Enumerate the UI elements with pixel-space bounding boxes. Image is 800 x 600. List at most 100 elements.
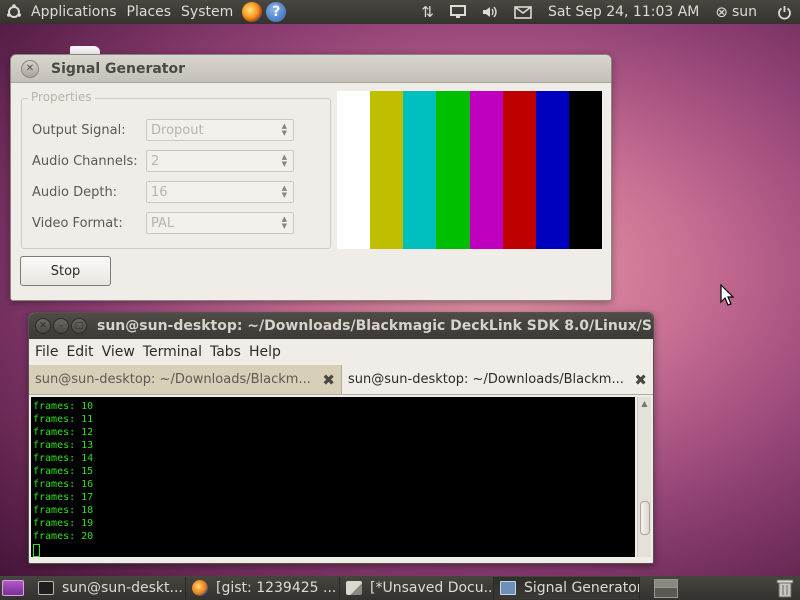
- terminal-icon: [38, 581, 54, 595]
- terminal-line: frames: 20: [33, 531, 94, 542]
- firefox-icon: [192, 580, 208, 596]
- audio-depth-label: Audio Depth:: [32, 184, 118, 200]
- bottom-panel: sun@sun-deskt... [gist: 1239425 ... [*Un…: [0, 576, 800, 600]
- mouse-pointer-icon: [720, 284, 734, 306]
- color-bar: [436, 91, 470, 249]
- output-signal-select[interactable]: Dropout ▲ ▼: [146, 119, 294, 141]
- system-tray: ⇅ Sat Sep 24, 11:03 AM ⊗ sun: [413, 0, 800, 24]
- audio-depth-select[interactable]: 16 ▲ ▼: [146, 181, 294, 203]
- clock[interactable]: Sat Sep 24, 11:03 AM: [548, 4, 699, 20]
- color-bar: [370, 91, 404, 249]
- scrollbar-thumb[interactable]: [640, 501, 650, 535]
- audio-channels-row: Audio Channels: 2 ▲ ▼: [32, 150, 322, 172]
- terminal-tab-1[interactable]: sun@sun-desktop: ~/Downloads/Blackm... ✖: [29, 365, 341, 394]
- display-icon[interactable]: [449, 5, 466, 19]
- task-terminal[interactable]: sun@sun-deskt...: [32, 577, 186, 599]
- color-bar: [337, 91, 371, 249]
- help-icon[interactable]: ?: [266, 2, 287, 22]
- audio-depth-row: Audio Depth: 16 ▲ ▼: [32, 181, 322, 203]
- audio-channels-select[interactable]: 2 ▲ ▼: [146, 150, 294, 172]
- output-signal-row: Output Signal: Dropout ▲ ▼: [32, 119, 322, 141]
- terminal-line: frames: 16: [33, 479, 94, 490]
- color-bar: [403, 91, 437, 249]
- terminal-line: frames: 17: [33, 492, 94, 503]
- task-signal-generator[interactable]: Signal Generator: [494, 577, 640, 599]
- terminal-window: ✕ – □ sun@sun-desktop: ~/Downloads/Black…: [28, 312, 654, 564]
- workspace-switcher[interactable]: [654, 579, 678, 598]
- terminal-line: frames: 18: [33, 505, 94, 516]
- video-format-value: PAL: [151, 215, 175, 231]
- stop-button[interactable]: Stop: [20, 256, 111, 286]
- terminal-menubar: File Edit View Terminal Tabs Help: [29, 339, 653, 365]
- terminal-cursor: [33, 544, 40, 557]
- terminal-output-area[interactable]: frames: 10 frames: 11 frames: 12 frames: 13…: [31, 397, 635, 557]
- tab-label: sun@sun-desktop: ~/Downloads/Blackm...: [348, 372, 624, 387]
- signal-generator-window: ✕ Signal Generator Properties Output Sig…: [10, 54, 612, 301]
- terminal-line: frames: 12: [33, 427, 94, 438]
- menu-file[interactable]: File: [31, 344, 62, 360]
- terminal-line: frames: 11: [33, 414, 94, 425]
- color-bars-preview: [337, 91, 602, 249]
- trash-icon[interactable]: [776, 578, 794, 598]
- terminal-line: frames: 15: [33, 466, 94, 477]
- output-signal-label: Output Signal:: [32, 122, 126, 138]
- menu-applications[interactable]: Applications: [26, 4, 122, 20]
- menu-system[interactable]: System: [176, 4, 238, 20]
- task-text-editor[interactable]: [*Unsaved Docu...: [340, 577, 494, 599]
- firefox-launcher-icon[interactable]: [242, 2, 263, 22]
- menu-tabs[interactable]: Tabs: [206, 344, 245, 360]
- color-bar: [502, 91, 536, 249]
- network-transfer-icon[interactable]: ⇅: [421, 3, 434, 21]
- mail-icon[interactable]: [514, 5, 532, 19]
- task-label: [gist: 1239425 ...: [216, 580, 337, 596]
- combo-arrows-icon: ▲ ▼: [281, 184, 287, 199]
- terminal-line: frames: 14: [33, 453, 94, 464]
- terminal-tab-bar: sun@sun-desktop: ~/Downloads/Blackm... ✖…: [29, 365, 653, 395]
- audio-channels-value: 2: [151, 153, 160, 169]
- menu-view[interactable]: View: [98, 344, 139, 360]
- ubuntu-logo-icon[interactable]: [6, 4, 22, 20]
- terminal-scrollbar[interactable]: ▲: [637, 397, 651, 557]
- menu-places[interactable]: Places: [122, 4, 177, 20]
- volume-icon[interactable]: [482, 5, 498, 19]
- scroll-up-icon[interactable]: ▲: [638, 397, 651, 411]
- menu-help[interactable]: Help: [245, 344, 285, 360]
- combo-arrows-icon: ▲ ▼: [281, 153, 287, 168]
- maximize-icon[interactable]: □: [71, 318, 87, 334]
- show-desktop-button[interactable]: [2, 580, 24, 596]
- color-bar: [469, 91, 503, 249]
- tab-label: sun@sun-desktop: ~/Downloads/Blackm...: [35, 372, 311, 387]
- task-label: Signal Generator: [524, 580, 640, 596]
- menu-edit[interactable]: Edit: [62, 344, 97, 360]
- terminal-titlebar[interactable]: ✕ – □ sun@sun-desktop: ~/Downloads/Black…: [29, 313, 653, 339]
- power-icon[interactable]: [777, 5, 792, 20]
- output-signal-value: Dropout: [151, 122, 204, 138]
- minimize-icon[interactable]: –: [53, 318, 69, 334]
- close-icon[interactable]: ✕: [35, 318, 51, 334]
- signal-generator-titlebar[interactable]: ✕ Signal Generator: [11, 55, 611, 83]
- terminal-line: frames: 13: [33, 440, 94, 451]
- task-label: [*Unsaved Docu...: [370, 580, 494, 596]
- task-firefox[interactable]: [gist: 1239425 ...: [186, 577, 340, 599]
- video-format-row: Video Format: PAL ▲ ▼: [32, 212, 322, 234]
- window-title: Signal Generator: [51, 60, 186, 77]
- terminal-tab-2[interactable]: sun@sun-desktop: ~/Downloads/Blackm... ✖: [341, 365, 653, 394]
- audio-depth-value: 16: [151, 184, 168, 200]
- text-editor-icon: [346, 581, 362, 595]
- properties-legend: Properties: [28, 90, 95, 104]
- user-status-icon[interactable]: ⊗: [715, 3, 728, 21]
- terminal-line: frames: 19: [33, 518, 94, 529]
- combo-arrows-icon: ▲ ▼: [281, 122, 287, 137]
- top-panel: Applications Places System ? ⇅ Sat Sep 2…: [0, 0, 800, 24]
- color-bar: [568, 91, 602, 249]
- window-title: sun@sun-desktop: ~/Downloads/Blackmagic …: [97, 318, 652, 334]
- terminal-line: frames: 10: [33, 401, 94, 412]
- close-icon[interactable]: ✕: [21, 59, 39, 78]
- close-tab-icon[interactable]: ✖: [630, 371, 647, 389]
- close-tab-icon[interactable]: ✖: [318, 371, 335, 389]
- signal-generator-icon: [500, 581, 516, 595]
- user-name[interactable]: sun: [732, 4, 757, 20]
- task-label: sun@sun-deskt...: [62, 580, 183, 596]
- video-format-select[interactable]: PAL ▲ ▼: [146, 212, 294, 234]
- menu-terminal[interactable]: Terminal: [139, 344, 206, 360]
